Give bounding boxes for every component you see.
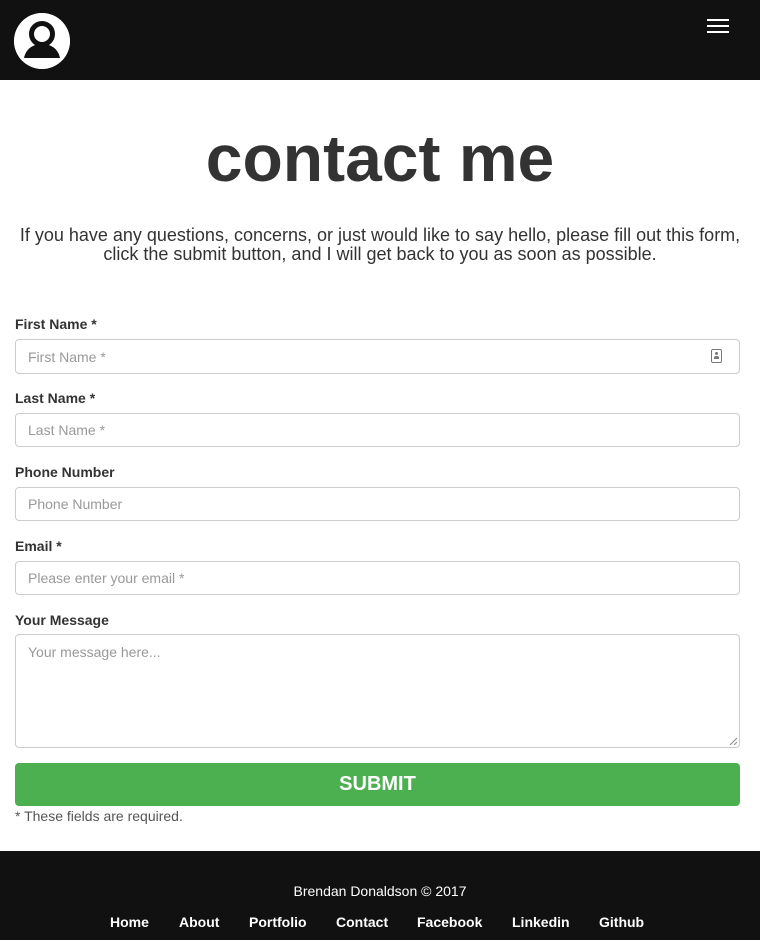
last-name-label: Last Name * (15, 390, 96, 406)
footer-link-facebook[interactable]: Facebook (417, 914, 482, 930)
page-title: contact me (205, 121, 555, 195)
footer-link-portfolio[interactable]: Portfolio (249, 914, 307, 930)
last-name-field-wrapper (15, 413, 740, 447)
footer-link-github[interactable]: Github (599, 914, 644, 930)
footer-link-about[interactable]: About (179, 914, 219, 930)
hamburger-menu-icon[interactable] (704, 14, 732, 38)
message-label: Your Message (15, 612, 109, 628)
contact-card-icon[interactable] (711, 349, 722, 363)
phone-number-input[interactable] (16, 488, 739, 520)
submit-button[interactable]: SUBMIT (15, 763, 740, 806)
phone-number-field-wrapper (15, 487, 740, 521)
footer-link-linkedin[interactable]: Linkedin (512, 914, 570, 930)
top-nav-bar (0, 0, 760, 80)
intro-text: If you have any questions, concerns, or … (19, 225, 741, 264)
required-fields-note: * These fields are required. (15, 808, 183, 824)
email-label: Email * (15, 538, 62, 554)
email-field-wrapper (15, 561, 740, 595)
first-name-label: First Name * (15, 316, 97, 332)
copyright-text: Brendan Donaldson © 2017 (293, 883, 467, 899)
footer-link-home[interactable]: Home (110, 914, 149, 930)
first-name-input[interactable] (16, 340, 739, 373)
footer-link-contact[interactable]: Contact (336, 914, 388, 930)
message-textarea[interactable] (16, 635, 739, 747)
email-input[interactable] (16, 562, 739, 594)
footer-nav: Home About Portfolio Contact Facebook Li… (0, 914, 760, 932)
message-field-wrapper (15, 634, 740, 748)
page-footer: Brendan Donaldson © 2017 Home About Port… (0, 851, 760, 940)
first-name-field-wrapper (15, 339, 740, 374)
phone-number-label: Phone Number (15, 464, 115, 480)
last-name-input[interactable] (16, 414, 739, 446)
user-avatar-icon[interactable] (14, 13, 70, 69)
resize-grip-icon[interactable] (729, 737, 737, 745)
